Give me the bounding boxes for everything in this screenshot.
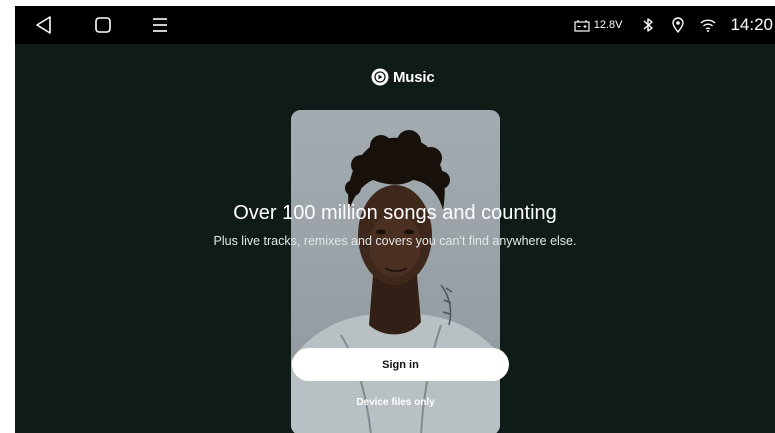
back-icon (36, 16, 51, 34)
status-bar: 12.8V 14:20 (15, 6, 775, 44)
device-files-only-link[interactable]: Device files only (291, 397, 500, 408)
bluetooth-icon (643, 18, 654, 32)
artwork-dim-overlay (291, 110, 500, 433)
youtube-music-logo: Music (371, 68, 435, 86)
location-icon (672, 17, 685, 33)
home-icon (95, 17, 111, 33)
app-screen: 12.8V 14:20 Music Over 100 million songs… (15, 6, 775, 433)
logo-text: Music (393, 68, 435, 86)
battery-icon (574, 19, 590, 32)
location-status (670, 17, 686, 33)
headline: Over 100 million songs and counting (233, 202, 557, 224)
menu-icon (153, 18, 167, 32)
status-clock: 14:20 (730, 15, 773, 34)
battery-indicator: 12.8V (574, 19, 623, 32)
recents-button[interactable] (145, 10, 175, 40)
music-logo-icon (371, 68, 389, 86)
wifi-icon (700, 19, 716, 32)
status-indicators: 12.8V 14:20 (574, 6, 775, 44)
artist-artwork (291, 110, 500, 433)
wifi-status (700, 17, 716, 33)
bluetooth-status (640, 17, 656, 33)
subheadline: Plus live tracks, remixes and covers you… (213, 234, 577, 248)
back-button[interactable] (29, 10, 59, 40)
home-button[interactable] (88, 10, 118, 40)
sign-in-button[interactable]: Sign in (292, 348, 509, 381)
battery-voltage: 12.8V (593, 19, 623, 31)
